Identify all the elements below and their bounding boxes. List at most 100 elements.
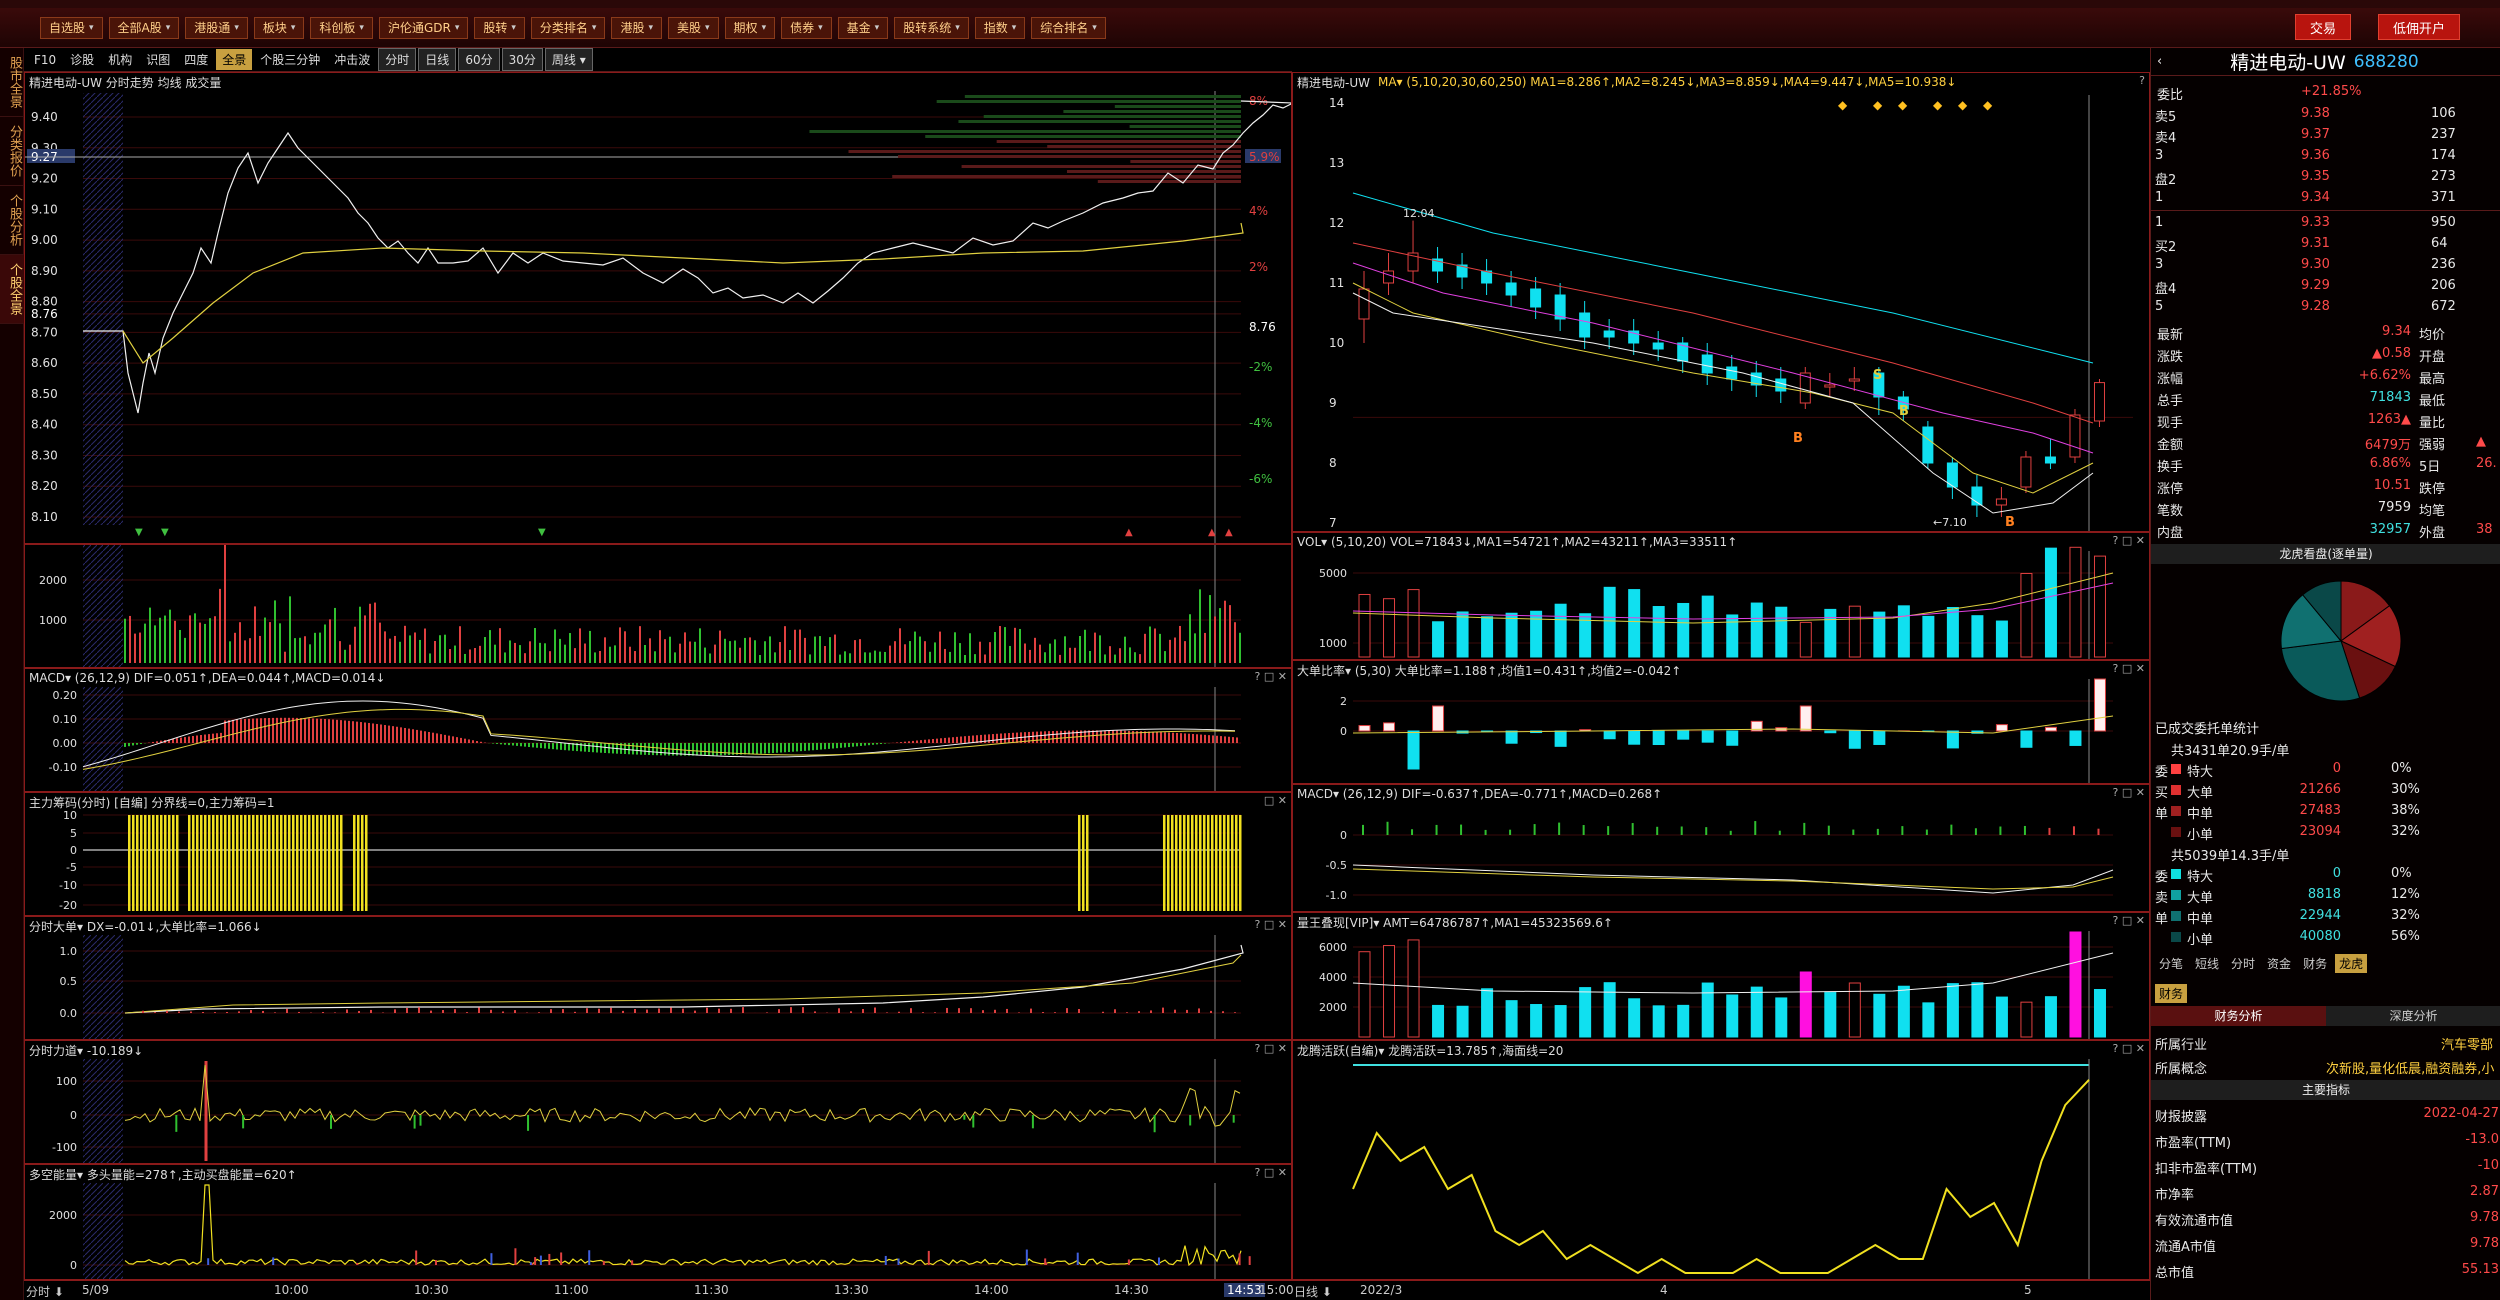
legend-swatch — [2171, 932, 2181, 942]
ask-row[interactable]: 卖4 9.37 237 — [2151, 125, 2500, 146]
toolbar-button[interactable]: 股转 ▾ — [474, 16, 525, 39]
finance-subtab[interactable]: 深度分析 — [2326, 1006, 2500, 1026]
price-tick-label: 8.76 — [31, 307, 58, 321]
detail-tab[interactable]: 短线 — [2191, 954, 2223, 973]
toolbar-button[interactable]: 分类排名 ▾ — [530, 16, 606, 39]
ask-row[interactable]: 卖5 9.38 106 — [2151, 104, 2500, 125]
toolbar-button[interactable]: 债券 ▾ — [781, 16, 832, 39]
chip-bar — [365, 815, 368, 911]
ask-row[interactable]: 3 9.36 174 — [2151, 146, 2500, 167]
detail-tab[interactable]: 分笔 — [2155, 954, 2187, 973]
toolbar-button[interactable]: 沪伦通GDR ▾ — [378, 16, 469, 39]
time-tick-label: 11:00 — [554, 1283, 589, 1297]
open-account-button[interactable]: 低佣开户 — [2378, 14, 2461, 40]
stat-label: 外盘 — [2419, 526, 2446, 541]
kline-amt-panel[interactable]: 量王叠现[VIP]▾ AMT=64786787↑,MA1=45323569.6↑… — [1292, 912, 2150, 1040]
back-icon[interactable]: ‹ — [2157, 54, 2162, 69]
toolbar-button[interactable]: 股转系统 ▾ — [894, 16, 969, 39]
chevron-down-icon: ▾ — [1011, 22, 1017, 33]
detail-tab[interactable]: 资金 — [2263, 954, 2295, 973]
intraday-price-panel[interactable]: 精进电动-UW 分时走势 均线 成交量 9.40 9.30 9.27 9.20 9.10… — [24, 72, 1292, 544]
kline-big-panel[interactable]: 大单比率▾ (5,30) 大单比率=1.188↑,均值1=0.431↑,均值2=… — [1292, 660, 2150, 784]
kbig-bar — [2044, 726, 2057, 732]
kline-volume-panel[interactable]: VOL▾ (5,10,20) VOL=71843↓,MA1=54721↑,MA2… — [1292, 532, 2150, 660]
ask-row[interactable]: 盘2 9.35 273 — [2151, 167, 2500, 188]
chart-tab[interactable]: 诊股 — [64, 49, 100, 70]
bid-row[interactable]: 1 9.33 950 — [2151, 213, 2500, 234]
left-nav-item[interactable]: 个股分析 — [0, 186, 24, 255]
finance-tab[interactable]: 财务 — [2155, 983, 2188, 1003]
intraday-macd-panel[interactable]: MACD▾ (26,12,9) DIF=0.051↑,DEA=0.044↑,MA… — [24, 668, 1292, 792]
candle-body — [2044, 456, 2056, 464]
main-chip-panel[interactable]: 主力筹码(分时) [自编] 分界线=0,主力筹码=1 □ ✕ 10 5 0 -5 -10… — [24, 792, 1292, 916]
chart-tab[interactable]: 识图 — [140, 49, 176, 70]
detail-tab[interactable]: 分时 — [2227, 954, 2259, 973]
chart-tab[interactable]: 日线 — [418, 48, 457, 71]
bid-row[interactable]: 5 9.28 672 — [2151, 297, 2500, 318]
bid-row[interactable]: 盘4 9.29 206 — [2151, 276, 2500, 297]
chart-tab[interactable]: 冲击波 — [328, 49, 376, 70]
chart-tab[interactable]: 分时 — [378, 48, 417, 71]
intraday-chart: 9.409.309.279.209.109.008.908.808.768.70… — [25, 91, 1291, 543]
chart-tab[interactable]: 周线 ▾ — [544, 48, 593, 71]
toolbar-button[interactable]: 美股 ▾ — [668, 16, 719, 39]
kamt-bar — [1358, 951, 1371, 1038]
chart-tab[interactable]: 机构 — [102, 49, 138, 70]
detail-tab[interactable]: 财务 — [2299, 954, 2331, 973]
dragon-panel[interactable]: 龙腾活跃(自编)▾ 龙腾活跃=13.785↑,海面线=20 ? □ ✕ — [1292, 1040, 2150, 1280]
kline-amt-chart: 6000 4000 2000 — [1319, 931, 2114, 1039]
toolbar-button[interactable]: 全部A股 ▾ — [108, 16, 180, 39]
axis-tick-label: -0.5 — [1326, 859, 1347, 872]
left-nav-item[interactable]: 股市全景 — [0, 48, 24, 117]
chart-tab[interactable]: F10 — [28, 51, 62, 69]
chart-tab[interactable]: 四度 — [178, 49, 214, 70]
kamt-bar — [1579, 987, 1592, 1038]
energy-panel[interactable]: 多空能量▾ 多头量能=278↑,主动买盘能量=620↑ ? □ ✕ 2000 0 — [24, 1164, 1292, 1280]
candle-body — [2069, 414, 2081, 458]
chip-bar — [288, 815, 291, 911]
intraday-volume-panel[interactable]: 2000 1000 — [24, 544, 1292, 668]
axis-tick-label: -100 — [52, 1141, 77, 1154]
left-nav-item[interactable]: 分类报价 — [0, 117, 24, 186]
detail-tab[interactable]: 龙虎 — [2335, 953, 2368, 973]
big-order-panel[interactable]: 分时大单▾ DX=-0.01↓,大单比率=1.066↓ ? □ ✕ 1.0 0.5… — [24, 916, 1292, 1040]
chart-tab[interactable]: 个股三分钟 — [254, 49, 326, 70]
candle-body — [1775, 378, 1787, 392]
left-nav-item[interactable]: 个股全景 — [0, 255, 24, 324]
toolbar-button[interactable]: 期权 ▾ — [724, 16, 776, 39]
kline-macd-panel[interactable]: MACD▾ (26,12,9) DIF=-0.637↑,DEA=-0.771↑,… — [1292, 784, 2150, 912]
ask-volume: 237 — [2431, 127, 2456, 142]
ask-price: 9.37 — [2301, 127, 2330, 142]
toolbar-button[interactable]: 港股 ▾ — [611, 16, 662, 39]
trade-button[interactable]: 交易 — [2295, 14, 2352, 40]
quote-panel: ‹ 精进电动-UW 688280 委比 +21.85% 卖5 9.38 106 卖4 9.3… — [2150, 48, 2500, 1300]
chart-tab[interactable]: 30分 — [501, 48, 543, 71]
side-label: 单 — [2155, 912, 2169, 927]
bid-level: 1 — [2155, 215, 2164, 230]
toolbar-button[interactable]: 自选股 ▾ — [40, 16, 103, 39]
candle-body — [1579, 312, 1591, 338]
toolbar-button[interactable]: 基金 ▾ — [837, 16, 889, 39]
stat-label: 涨停 — [2157, 482, 2184, 497]
kbig-bar — [1505, 730, 1518, 744]
bid-row[interactable]: 买2 9.31 64 — [2151, 234, 2500, 255]
chart-tab[interactable]: 60分 — [458, 48, 500, 71]
chip-bar — [304, 815, 307, 911]
kamt-bar — [2020, 1001, 2033, 1038]
sell-signal-icon: ▼ — [538, 527, 546, 538]
toolbar-button[interactable]: 指数 ▾ — [974, 16, 1026, 39]
kamt-bar — [1677, 1004, 1690, 1038]
bid-row[interactable]: 3 9.30 236 — [2151, 255, 2500, 276]
ask-row[interactable]: 1 9.34 371 — [2151, 188, 2500, 209]
force-panel[interactable]: 分时力道▾ -10.189↓ ? □ ✕ 100 0 -100 — [24, 1040, 1292, 1164]
finance-subtab[interactable]: 财务分析 — [2151, 1006, 2326, 1026]
toolbar-button[interactable]: 港股通 ▾ — [185, 16, 248, 39]
toolbar-button[interactable]: 板块 ▾ — [253, 16, 305, 39]
side-label: 卖 — [2155, 891, 2169, 906]
chart-tab[interactable]: 全景 — [216, 49, 253, 70]
force-chart: 100 0 -100 — [52, 1059, 1241, 1163]
kline-price-panel[interactable]: 精进电动-UW MA▾ (5,10,20,30,60,250) MA1=8.286… — [1292, 72, 2150, 532]
toolbar-button[interactable]: 科创板 ▾ — [310, 16, 373, 39]
axis-tick-label: 2 — [1340, 695, 1347, 708]
toolbar-button[interactable]: 综合排名 ▾ — [1031, 16, 1106, 39]
